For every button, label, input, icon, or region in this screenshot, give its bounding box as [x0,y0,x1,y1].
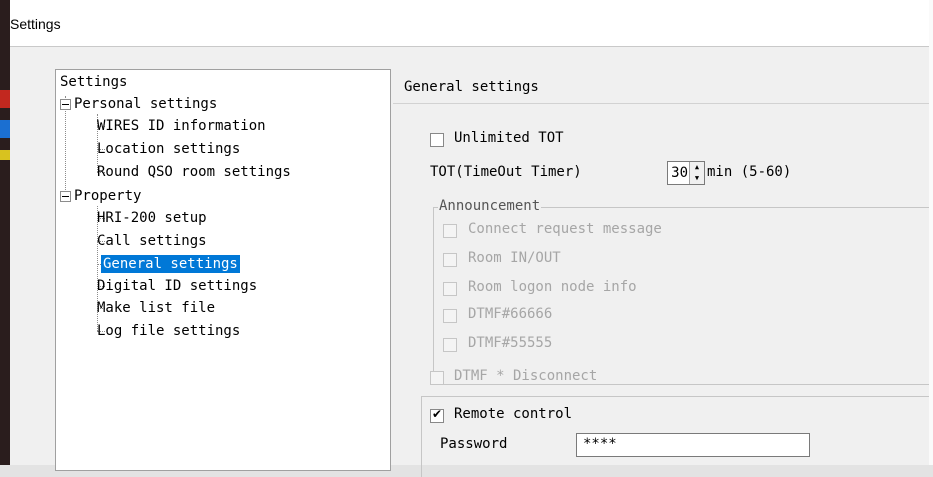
announcement-group: Announcement Connect request message Roo… [433,198,933,385]
panel-title: General settings [404,79,539,95]
announcement-legend: Announcement [438,198,542,214]
collapse-icon[interactable] [60,191,71,202]
window-title: Settings [10,16,61,32]
tot-spinner[interactable]: 30 ▲ ▼ [667,161,705,185]
remote-control-label: Remote control [454,406,573,422]
password-field[interactable]: **** [576,433,810,457]
tree-item-general-settings[interactable]: General settings [101,255,240,273]
room-in-out-label: Room IN/OUT [468,250,561,266]
password-label: Password [440,436,508,452]
window-right-edge [929,0,933,465]
tot-label: TOT(TimeOut Timer) [430,164,582,180]
room-in-out-checkbox[interactable] [443,253,457,267]
tree-connector [65,96,66,196]
tree-item-hri-200-setup[interactable]: HRI-200 setup [97,209,207,227]
background-color-block [0,120,10,138]
tree-item-personal-settings[interactable]: Personal settings [74,95,217,113]
remote-control-checkbox[interactable] [430,407,444,423]
connect-request-message-label: Connect request message [468,221,662,237]
dtmf-55555-checkbox[interactable] [443,338,457,352]
dtmf-disconnect-label: DTMF * Disconnect [454,368,598,384]
tree-item-call-settings[interactable]: Call settings [97,232,207,250]
tot-value: 30 [671,165,688,181]
settings-window: Settings Settings Personal settings WIRE… [0,0,933,477]
tot-unit: min (5-60) [707,164,792,180]
spin-down-icon[interactable]: ▼ [690,173,704,184]
dtmf-66666-label: DTMF#66666 [468,306,553,322]
password-value: **** [583,436,617,452]
unlimited-tot-checkbox[interactable] [430,133,444,147]
tree-root[interactable]: Settings [60,73,127,91]
settings-tree[interactable]: Settings Personal settings WIRES ID info… [55,69,391,471]
tree-item-round-qso-room-settings[interactable]: Round QSO room settings [97,163,291,181]
tree-item-property[interactable]: Property [74,187,141,205]
spin-up-icon[interactable]: ▲ [690,162,704,173]
tree-item-wires-id-information[interactable]: WIRES ID information [97,117,266,135]
tree-item-log-file-settings[interactable]: Log file settings [97,322,240,340]
connect-request-message-checkbox[interactable] [443,224,457,238]
dtmf-55555-label: DTMF#55555 [468,335,553,351]
spinner-buttons[interactable]: ▲ ▼ [689,162,704,184]
tree-item-make-list-file[interactable]: Make list file [97,299,215,317]
collapse-icon[interactable] [60,99,71,110]
panel-divider [393,103,933,104]
dtmf-66666-checkbox[interactable] [443,309,457,323]
background-color-block [0,150,10,160]
dtmf-disconnect-checkbox[interactable] [430,371,444,385]
unlimited-tot-label: Unlimited TOT [454,130,564,146]
background-window-edge [0,0,10,465]
room-logon-node-info-checkbox[interactable] [443,282,457,296]
room-logon-node-info-label: Room logon node info [468,279,637,295]
general-settings-panel: General settings Unlimited TOT TOT(TimeO… [393,69,933,477]
tree-item-location-settings[interactable]: Location settings [97,140,240,158]
background-color-block [0,90,10,108]
tree-item-digital-id-settings[interactable]: Digital ID settings [97,277,257,295]
title-bar[interactable]: Settings [10,0,933,47]
